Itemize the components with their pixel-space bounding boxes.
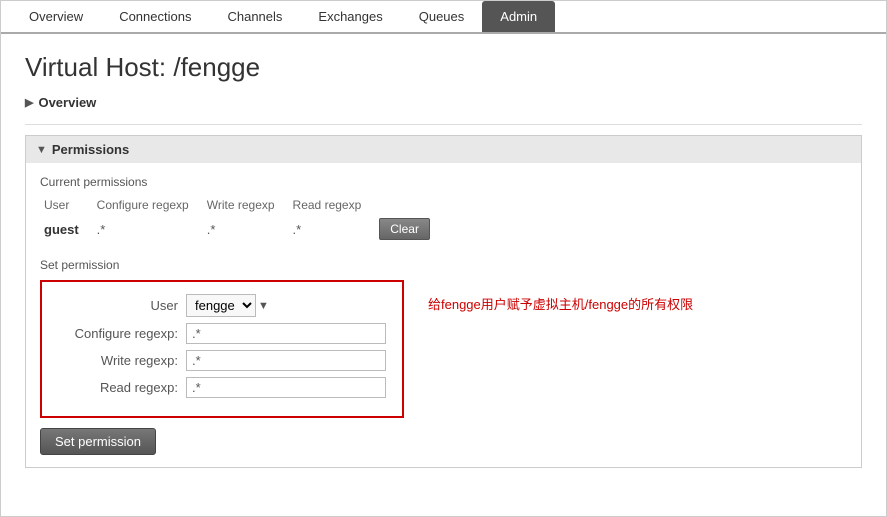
permissions-arrow-icon: ▼ bbox=[36, 144, 47, 156]
select-arrow: ▼ bbox=[258, 300, 269, 312]
tab-channels[interactable]: Channels bbox=[209, 1, 300, 32]
read-row: Read regexp: bbox=[58, 377, 386, 398]
divider-1 bbox=[25, 124, 862, 125]
user-cell: guest bbox=[40, 215, 93, 243]
user-row: User fengge guest admin ▼ bbox=[58, 294, 386, 317]
permissions-section: ▼ Permissions Current permissions User C… bbox=[25, 135, 862, 468]
tab-exchanges[interactable]: Exchanges bbox=[300, 1, 400, 32]
configure-row: Configure regexp: bbox=[58, 323, 386, 344]
page-title: Virtual Host: /fengge bbox=[25, 52, 862, 83]
clear-cell: Clear bbox=[375, 215, 444, 243]
col-user: User bbox=[40, 195, 93, 215]
permissions-body: Current permissions User Configure regex… bbox=[26, 163, 861, 467]
tab-queues[interactable]: Queues bbox=[401, 1, 483, 32]
configure-cell: .* bbox=[93, 215, 203, 243]
col-actions bbox=[375, 195, 444, 215]
user-select[interactable]: fengge guest admin bbox=[186, 294, 256, 317]
overview-label: Overview bbox=[38, 95, 96, 110]
read-input[interactable] bbox=[186, 377, 386, 398]
write-row: Write regexp: bbox=[58, 350, 386, 371]
write-input[interactable] bbox=[186, 350, 386, 371]
configure-input[interactable] bbox=[186, 323, 386, 344]
set-permission-label: Set permission bbox=[40, 258, 847, 272]
col-write: Write regexp bbox=[203, 195, 289, 215]
main-content: Virtual Host: /fengge ▶ Overview ▼ Permi… bbox=[1, 34, 886, 502]
clear-button[interactable]: Clear bbox=[379, 218, 430, 240]
top-nav: Overview Connections Channels Exchanges … bbox=[1, 1, 886, 34]
write-cell: .* bbox=[203, 215, 289, 243]
read-cell: .* bbox=[289, 215, 376, 243]
col-configure: Configure regexp bbox=[93, 195, 203, 215]
table-row: guest .* .* .* Clear bbox=[40, 215, 444, 243]
permissions-header-label: Permissions bbox=[52, 142, 129, 157]
overview-arrow-icon: ▶ bbox=[25, 96, 33, 109]
permissions-table: User Configure regexp Write regexp Read … bbox=[40, 195, 444, 243]
configure-label: Configure regexp: bbox=[58, 326, 178, 341]
permissions-toggle[interactable]: ▼ Permissions bbox=[26, 136, 861, 163]
overview-section: ▶ Overview bbox=[25, 91, 862, 114]
permission-note: 给fengge用户赋予虚拟主机/fengge的所有权限 bbox=[428, 296, 693, 314]
tab-connections[interactable]: Connections bbox=[101, 1, 209, 32]
tab-overview[interactable]: Overview bbox=[11, 1, 101, 32]
overview-toggle[interactable]: ▶ Overview bbox=[25, 91, 862, 114]
read-label: Read regexp: bbox=[58, 380, 178, 395]
tab-admin[interactable]: Admin bbox=[482, 1, 555, 32]
set-permission-button[interactable]: Set permission bbox=[40, 428, 156, 455]
user-label: User bbox=[58, 298, 178, 313]
form-and-note: User fengge guest admin ▼ Configure rege… bbox=[40, 280, 847, 418]
write-label: Write regexp: bbox=[58, 353, 178, 368]
current-permissions-label: Current permissions bbox=[40, 175, 847, 189]
col-read: Read regexp bbox=[289, 195, 376, 215]
set-permission-form: User fengge guest admin ▼ Configure rege… bbox=[40, 280, 404, 418]
